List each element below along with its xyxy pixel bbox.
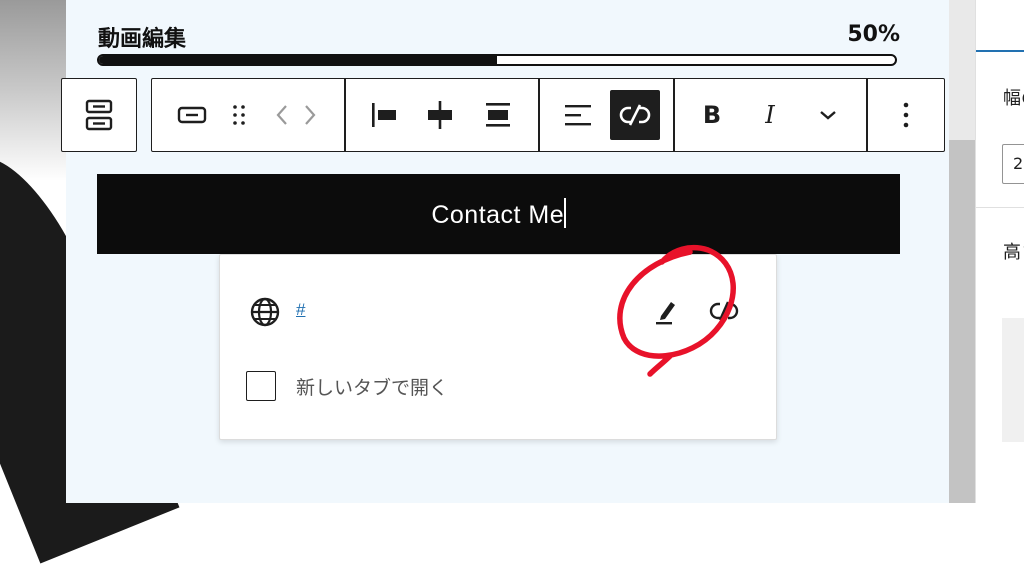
sidebar-divider <box>976 207 1024 208</box>
button-text[interactable]: Contact Me <box>431 201 564 229</box>
canvas-scrollbar[interactable] <box>949 0 975 503</box>
italic-button[interactable]: I <box>750 79 790 151</box>
justify-space-between-icon <box>486 103 510 127</box>
button-block-icon <box>177 106 207 124</box>
sidebar-active-tab-indicator <box>976 50 1024 52</box>
italic-label: I <box>765 101 775 129</box>
unlink-toolbar-button[interactable] <box>607 79 663 151</box>
drag-handle-button[interactable] <box>224 79 254 151</box>
progress-bar <box>97 54 897 66</box>
align-left-icon <box>565 105 591 126</box>
width-input[interactable]: 2 <box>1002 144 1024 184</box>
block-toolbar: B I <box>151 78 945 152</box>
select-parent-button[interactable] <box>62 79 135 151</box>
toolbar-parent-group <box>61 78 137 152</box>
open-new-tab-label: 新しいタブで開く <box>296 377 449 399</box>
move-block-button[interactable] <box>270 79 322 151</box>
background-photo <box>0 0 180 564</box>
justify-left-icon <box>372 103 396 127</box>
progress-value: 50% <box>847 22 900 47</box>
justify-left-button[interactable] <box>364 79 404 151</box>
toolbar-divider <box>673 79 675 151</box>
drag-handle-icon <box>233 105 245 125</box>
width-label: 幅の <box>1003 88 1024 109</box>
height-options-panel[interactable] <box>1002 318 1024 442</box>
text-align-button[interactable] <box>556 79 600 151</box>
height-label: 高さ <box>1003 242 1024 263</box>
link-url[interactable]: # <box>296 300 305 320</box>
text-caret <box>564 198 566 228</box>
buttons-block-icon <box>85 99 112 131</box>
toolbar-divider <box>866 79 868 151</box>
bold-button[interactable]: B <box>692 79 732 151</box>
unlink-icon <box>619 104 651 126</box>
pencil-icon[interactable] <box>652 297 680 325</box>
globe-icon <box>250 297 280 327</box>
move-arrows-icon <box>276 105 316 125</box>
unlink-icon[interactable] <box>708 296 740 326</box>
bold-label: B <box>702 101 722 129</box>
block-options-button[interactable] <box>886 79 926 151</box>
link-popover: # 新しいタブで開く <box>219 254 777 440</box>
contact-button-block[interactable]: Contact Me <box>97 174 900 254</box>
progress-bar-fill <box>99 56 497 64</box>
toolbar-divider <box>538 79 540 151</box>
canvas-scrollbar-thumb[interactable] <box>949 140 975 503</box>
open-new-tab-checkbox[interactable] <box>246 371 276 401</box>
block-type-button[interactable] <box>158 79 226 151</box>
justify-space-between-button[interactable] <box>478 79 518 151</box>
settings-sidebar: 幅の 2 高さ <box>975 0 1024 503</box>
justify-center-icon <box>428 101 452 129</box>
justify-center-button[interactable] <box>420 79 460 151</box>
more-rich-text-button[interactable] <box>808 79 848 151</box>
toolbar-divider <box>344 79 346 151</box>
progress-label: 動画編集 <box>98 27 187 52</box>
more-vertical-icon <box>903 102 909 128</box>
chevron-down-icon <box>820 111 836 120</box>
unlink-pressed-state <box>610 90 660 140</box>
